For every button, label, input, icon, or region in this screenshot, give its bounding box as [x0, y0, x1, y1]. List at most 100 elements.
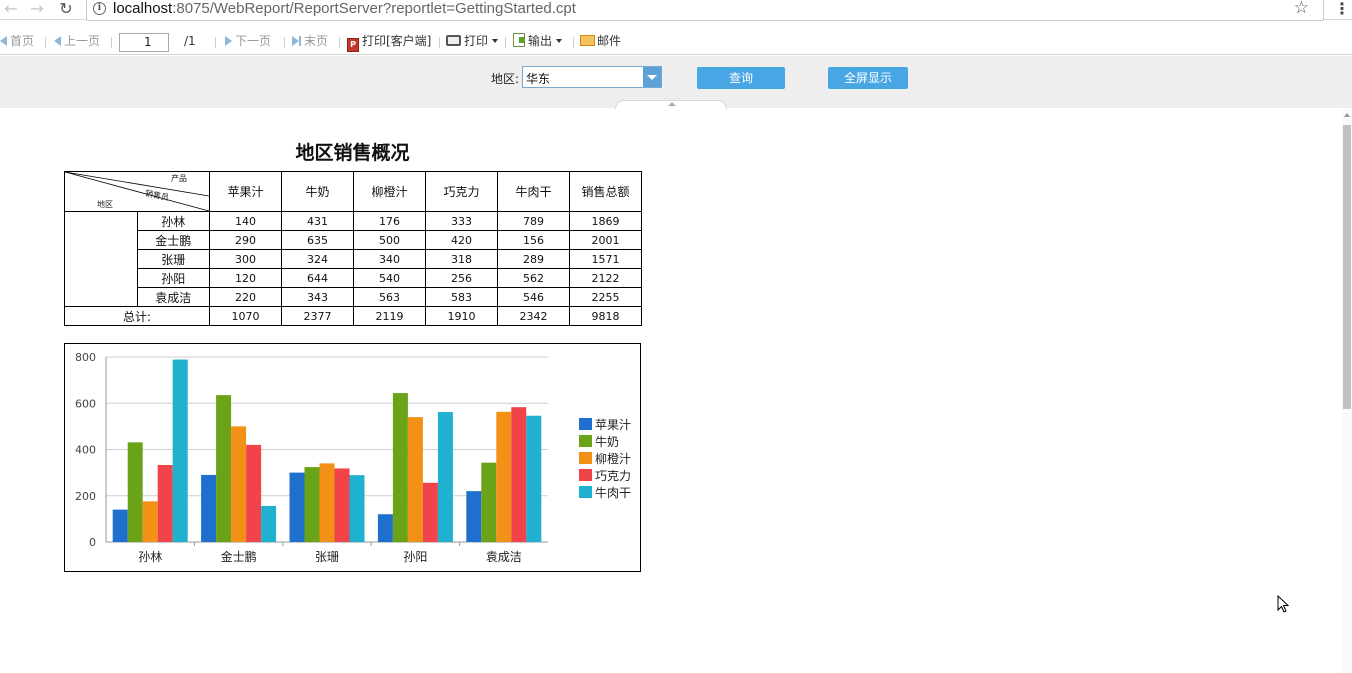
diagonal-header-cell: 产品 销售员 地区 [64, 171, 210, 212]
value-cell: 562 [497, 268, 570, 288]
info-icon[interactable]: i [93, 2, 106, 15]
last-page-button[interactable]: 末页 [292, 28, 328, 55]
y-tick-label: 400 [75, 444, 96, 457]
x-tick-label: 张珊 [315, 550, 339, 564]
value-cell: 540 [353, 268, 426, 288]
query-button[interactable]: 查询 [697, 67, 785, 89]
scrollbar-thumb[interactable] [1343, 125, 1351, 409]
pdf-print-icon: P [347, 38, 359, 52]
region-cell [64, 211, 138, 307]
value-cell: 156 [497, 230, 570, 250]
value-cell: 343 [281, 287, 354, 307]
print-client-label: 打印[客户端] [362, 34, 432, 48]
page-number-input[interactable]: 1 [119, 33, 169, 52]
value-cell: 324 [281, 249, 354, 269]
back-arrow-icon[interactable]: ← [0, 0, 22, 20]
grand-total-cell: 9818 [569, 306, 642, 326]
mail-icon [580, 35, 595, 46]
last-page-label: 末页 [304, 34, 329, 48]
bar [127, 442, 143, 542]
x-tick-label: 袁成洁 [486, 550, 522, 564]
export-icon [513, 33, 525, 47]
export-button[interactable]: 输出 [513, 28, 563, 55]
toolbar-divider [339, 37, 340, 48]
toolbar-divider [439, 37, 440, 48]
toolbar-divider [573, 37, 574, 48]
legend-swatch [579, 469, 592, 481]
print-button[interactable]: 打印 [446, 28, 499, 55]
toolbar-divider [215, 37, 216, 48]
table-row: 孙阳 120 644 540 256 562 2122 [65, 268, 642, 288]
mouse-cursor-icon [1277, 595, 1290, 613]
bar [216, 395, 232, 542]
print-label: 打印 [464, 34, 489, 48]
bar [319, 463, 335, 542]
legend-label: 牛肉干 [595, 485, 631, 500]
value-cell: 546 [497, 287, 570, 307]
chevron-down-icon [556, 39, 563, 43]
diagonal-lines [65, 172, 209, 211]
bar [496, 411, 512, 542]
y-tick-label: 0 [89, 536, 96, 549]
table-row: 金士鹏 290 635 500 420 156 2001 [65, 230, 642, 250]
legend-swatch [579, 418, 592, 430]
last-page-bar-icon [299, 36, 301, 46]
column-header: 牛奶 [281, 171, 354, 212]
value-cell: 300 [209, 249, 282, 269]
reload-icon[interactable]: ↻ [55, 0, 77, 20]
table-row: 孙林 140 431 176 333 789 1869 [64, 211, 642, 307]
region-label: 地区: [491, 72, 520, 86]
table-row: 张珊 300 324 340 318 289 1571 [65, 249, 642, 269]
browser-menu-icon[interactable]: ⋮ [1334, 0, 1350, 20]
value-cell: 256 [425, 268, 498, 288]
y-tick-label: 600 [75, 397, 96, 410]
prev-page-label: 上一页 [64, 34, 101, 48]
prev-page-icon [54, 36, 61, 46]
prev-page-button[interactable]: 上一页 [54, 28, 100, 55]
row-total-cell: 2255 [569, 287, 642, 307]
bar [422, 482, 438, 542]
value-cell: 583 [425, 287, 498, 307]
salesperson-cell: 孙林 [136, 211, 210, 231]
first-page-icon [0, 36, 7, 46]
bar [481, 462, 497, 542]
chart-svg: 0 200 400 600 800 孙林 金士鹏 张珊 孙阳 袁成洁 苹果汁牛奶柳橙汁巧克力牛肉干 [75, 351, 631, 564]
bar [172, 359, 188, 542]
mail-button[interactable]: 邮件 [580, 28, 621, 55]
url-field[interactable]: i localhost:8075/WebReport/ReportServer?… [86, 0, 1324, 21]
y-tick-label: 200 [75, 490, 96, 503]
url-path: :8075/WebReport/ReportServer?reportlet=G… [172, 0, 576, 17]
fullscreen-button[interactable]: 全屏显示 [828, 67, 908, 89]
scroll-up-arrow-icon[interactable] [1344, 113, 1350, 117]
bar [511, 407, 527, 542]
legend-label: 巧克力 [595, 469, 631, 483]
legend-swatch [579, 486, 592, 498]
toolbar-divider [284, 37, 285, 48]
salesperson-cell: 袁成洁 [136, 287, 210, 307]
region-select[interactable]: 华东 [522, 66, 662, 88]
export-label: 输出 [528, 34, 553, 48]
bar [261, 505, 277, 542]
total-cell: 2342 [497, 306, 570, 326]
bookmark-star-icon[interactable]: ☆ [1294, 0, 1309, 18]
value-cell: 333 [425, 211, 498, 231]
print-client-button[interactable]: P 打印[客户端] [347, 28, 431, 55]
collapse-parameter-pane-button[interactable] [615, 100, 727, 109]
bar [466, 491, 482, 542]
vertical-scrollbar[interactable] [1342, 109, 1352, 673]
chevron-down-icon[interactable] [643, 67, 661, 87]
legend-label: 牛奶 [595, 434, 619, 449]
value-cell: 318 [425, 249, 498, 269]
next-page-icon [225, 36, 232, 46]
legend-swatch [579, 452, 592, 464]
x-tick-label: 金士鹏 [221, 549, 257, 564]
total-label-cell: 总计: [64, 306, 210, 326]
column-header: 柳橙汁 [353, 171, 426, 212]
first-page-button[interactable]: 首页 [0, 28, 34, 55]
bar [334, 468, 350, 542]
forward-arrow-icon[interactable]: → [26, 0, 48, 20]
next-page-button[interactable]: 下一页 [225, 28, 271, 55]
salesperson-cell: 张珊 [136, 249, 210, 269]
value-cell: 635 [281, 230, 354, 250]
value-cell: 140 [209, 211, 282, 231]
